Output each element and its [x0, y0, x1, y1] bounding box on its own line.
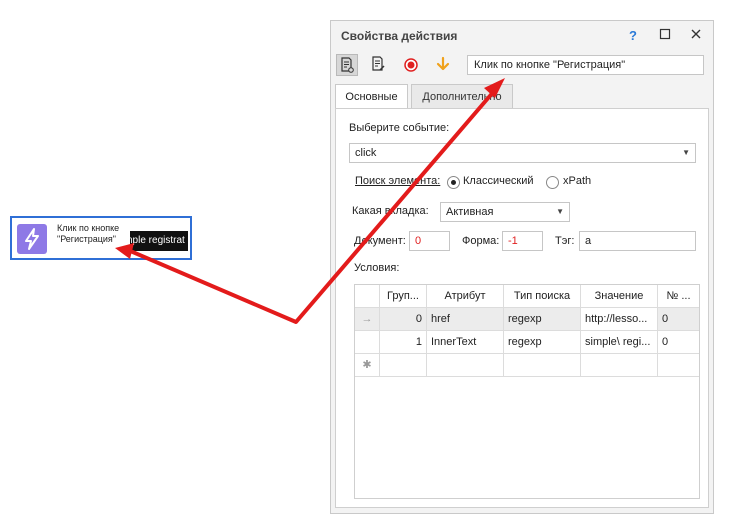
arrow-line [127, 88, 497, 324]
arrowhead-left [115, 243, 134, 259]
arrowhead-top [484, 78, 505, 98]
annotation-arrow [115, 78, 505, 324]
